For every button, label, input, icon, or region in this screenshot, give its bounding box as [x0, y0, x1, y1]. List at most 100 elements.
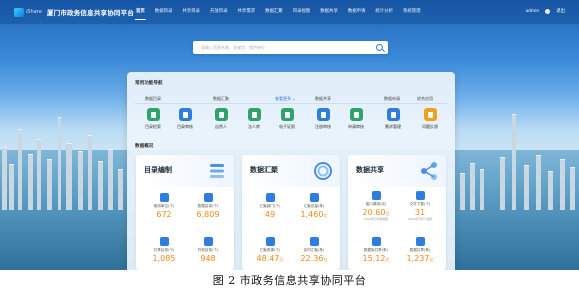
stat-agg-realtime: 实时汇聚(条) 22.36亿	[292, 237, 336, 263]
nav-item-data-catalog[interactable]: 数据目录	[150, 8, 178, 14]
stat-label: 数据库共享(条)	[363, 248, 389, 252]
stat-label: 开放目录(个)	[197, 248, 219, 252]
logo[interactable]: iShare 厦门市政务信息共享协同平台	[14, 7, 134, 17]
overview-title: 数据概况	[135, 144, 154, 149]
stat-value: 48.47万	[256, 254, 284, 263]
username[interactable]: admin	[525, 9, 539, 14]
top-navbar: iShare 厦门市政务信息共享协同平台 首页 数据目录 共享目录 开放目录 共…	[0, 0, 579, 24]
nav-item-catalog-view[interactable]: 目录视图	[288, 8, 316, 14]
logo-brand: iShare	[26, 9, 42, 15]
fn-label: 法人库	[248, 124, 260, 129]
fn-apply-review[interactable]: 申请审核	[344, 108, 368, 130]
figure-caption: 图 2 市政务信息共享协同平台	[212, 274, 367, 287]
card-aggregation: 数据汇聚 汇聚部门(个) 49 汇聚总量(条) 1,460亿 汇聚资源(个) 4…	[242, 155, 340, 270]
group-divider	[135, 103, 447, 104]
fn-e-license[interactable]: 电子证照	[275, 108, 299, 130]
stat-sub: 2021年日均下载量	[408, 217, 432, 221]
group-label-apps: 综合应用	[417, 96, 433, 101]
fn-catalog-search[interactable]: 目录检索	[141, 108, 165, 130]
stat-file-downloads: 文件下载(个) 31 2021年日均下载量	[398, 191, 442, 221]
logout-link[interactable]: 退出	[556, 8, 565, 14]
stat-value: 1,237亿	[406, 254, 434, 263]
fn-catalog-review[interactable]: 目录审核	[173, 108, 197, 130]
nav-item-data-sharing[interactable]: 数据共享	[315, 8, 343, 14]
stat-label: 共享目录(个)	[153, 248, 175, 252]
card-header: 数据共享	[348, 155, 446, 187]
platform-title: 厦门市政务信息共享协同平台	[46, 9, 135, 17]
stat-agg-resources: 汇聚资源(个) 48.47万	[248, 237, 292, 263]
nav-item-data-aggregation[interactable]: 数据汇聚	[260, 8, 288, 14]
stat-value: 6,809	[196, 210, 220, 219]
document-icon	[309, 193, 319, 202]
card-title: 数据共享	[356, 166, 384, 174]
fn-label: 目录检索	[145, 124, 161, 129]
fn-label: 申请审核	[348, 124, 364, 129]
open-icon	[203, 237, 213, 246]
apply-icon	[349, 108, 363, 121]
cloud-icon	[309, 237, 319, 246]
stat-value: 1,085	[152, 254, 176, 263]
notification-icon[interactable]	[545, 8, 551, 14]
fn-natural-person[interactable]: 自然人	[209, 108, 233, 130]
review-doc-icon	[178, 108, 192, 121]
stat-data-share: 数据共享(条) 1,237亿	[398, 237, 442, 263]
stat-label: 实时汇聚(条)	[303, 248, 325, 252]
org-chart-icon	[265, 193, 275, 202]
search-input[interactable]	[201, 41, 371, 54]
gear-icon	[159, 193, 169, 202]
stat-open-catalog: 开放目录(个) 948	[186, 237, 230, 263]
file-icon	[415, 191, 425, 200]
function-nav-title: 常用功能导航	[135, 81, 163, 86]
person-icon	[214, 108, 228, 121]
group-label-sharing: 数据共享	[315, 96, 331, 101]
search-icon[interactable]	[376, 44, 383, 51]
plug-icon	[371, 191, 381, 200]
group-label-request: 数据申请	[384, 96, 400, 101]
bar-chart-icon	[415, 237, 425, 246]
building-icon	[247, 108, 261, 121]
stat-value: 31	[414, 208, 426, 217]
app-screen: iShare 厦门市政务信息共享协同平台 首页 数据目录 共享目录 开放目录 共…	[0, 0, 579, 270]
stat-value: 1,460亿	[300, 210, 328, 219]
more-link[interactable]: 查看更多 ⌄	[275, 96, 296, 102]
license-icon	[280, 108, 294, 121]
stat-api-calls: 接口调用(次) 20.60亿 2021年日均调用量	[354, 191, 398, 221]
fn-label: 目录审核	[177, 124, 193, 129]
card-sharing: 数据共享 接口调用(次) 20.60亿 2021年日均调用量 文件下载(个) 3…	[348, 155, 446, 270]
stat-value: 15.12亿	[362, 254, 390, 263]
stat-label: 使用单位(个)	[153, 204, 175, 208]
demand-icon	[386, 108, 400, 121]
stat-value: 20.60亿	[362, 208, 390, 217]
swirl-deco-icon	[314, 162, 332, 180]
card-catalog: 目录编制 使用单位(个) 672 数据目录(个) 6,809 共享目录(个) 1…	[136, 155, 234, 270]
nav-item-share-catalog[interactable]: 共享目录	[177, 8, 205, 14]
stat-label: 汇聚资源(个)	[259, 248, 281, 252]
logo-icon	[14, 7, 24, 17]
fn-demand-manage[interactable]: 需求管理	[381, 108, 405, 130]
fn-feedback[interactable]: 问题反馈	[418, 108, 442, 130]
stat-label: 数据目录(个)	[197, 204, 219, 208]
nav-item-statistics[interactable]: 统计分析	[370, 8, 398, 14]
stat-value: 672	[156, 210, 172, 219]
fn-label: 需求管理	[385, 124, 401, 129]
stat-db-share: 数据库共享(条) 15.12亿	[354, 237, 398, 263]
share-deco-icon	[421, 162, 437, 180]
group-label-catalog: 数据目录	[145, 96, 161, 101]
fn-legal-entity[interactable]: 法人库	[242, 108, 266, 130]
nav-item-share-demand[interactable]: 共享需求	[233, 8, 261, 14]
document-icon	[203, 193, 213, 202]
user-area: admin 退出	[525, 8, 565, 14]
nav-item-system-admin[interactable]: 系统管理	[398, 8, 426, 14]
stat-label: 汇聚总量(条)	[303, 204, 325, 208]
stat-agg-total: 汇聚总量(条) 1,460亿	[292, 193, 336, 219]
stat-label: 汇聚部门(个)	[259, 204, 281, 208]
fn-label: 问题反馈	[422, 124, 438, 129]
stat-label: 接口调用(次)	[365, 202, 387, 206]
nav-item-data-request[interactable]: 数据申请	[343, 8, 371, 14]
group-label-aggregation: 数据汇聚	[213, 96, 229, 101]
main-nav: 首页 数据目录 共享目录 开放目录 共享需求 数据汇聚 目录视图 数据共享 数据…	[131, 8, 426, 20]
nav-item-home[interactable]: 首页	[131, 8, 150, 20]
nav-item-open-catalog[interactable]: 开放目录	[205, 8, 233, 14]
stat-units: 使用单位(个) 672	[142, 193, 186, 219]
fn-register-review[interactable]: 注册审核	[311, 108, 335, 130]
